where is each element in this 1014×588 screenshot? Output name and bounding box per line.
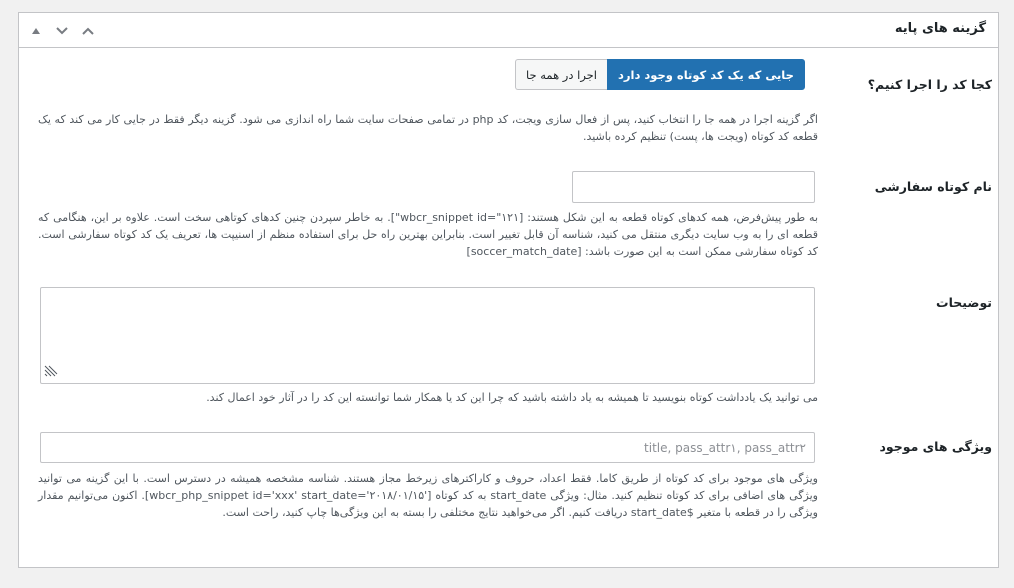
notes-label: توضیحات	[936, 295, 992, 310]
notes-description: می توانید یک یادداشت کوتاه بنویسید تا هم…	[206, 391, 818, 404]
notes-textarea[interactable]	[40, 287, 815, 384]
panel-header-controls	[25, 21, 99, 41]
triangle-up-icon[interactable]	[25, 21, 47, 41]
attributes-input[interactable]	[40, 432, 815, 463]
run-location-label: کجا کد را اجرا کنیم؟	[867, 77, 992, 92]
custom-shortcode-description: به طور پیش‌فرض، همه کدهای کوتاه قطعه به …	[38, 211, 819, 258]
run-location-description: اگر گزینه اجرا در همه جا را انتخاب کنید،…	[38, 113, 818, 143]
attributes-description: ویژگی های موجود برای کد کوتاه از طریق کا…	[38, 472, 818, 519]
custom-shortcode-label: نام کوتاه سفارشی	[874, 179, 992, 194]
run-where-shortcode-button[interactable]: جایی که یک کد کوتاه وجود دارد	[606, 59, 805, 90]
chevron-up-icon[interactable]	[77, 21, 99, 41]
resize-grip-icon[interactable]	[43, 362, 59, 381]
panel-title: گزینه های پایه	[894, 21, 986, 36]
chevron-down-icon[interactable]	[51, 21, 73, 41]
panel-header: گزینه های پایه	[19, 13, 998, 48]
run-everywhere-button[interactable]: اجرا در همه جا	[515, 59, 607, 90]
run-location-toggle: جایی که یک کد کوتاه وجود دارد اجرا در هم…	[515, 59, 805, 90]
custom-shortcode-input[interactable]	[572, 171, 815, 203]
attributes-label: ویژگی های موجود	[879, 439, 992, 454]
